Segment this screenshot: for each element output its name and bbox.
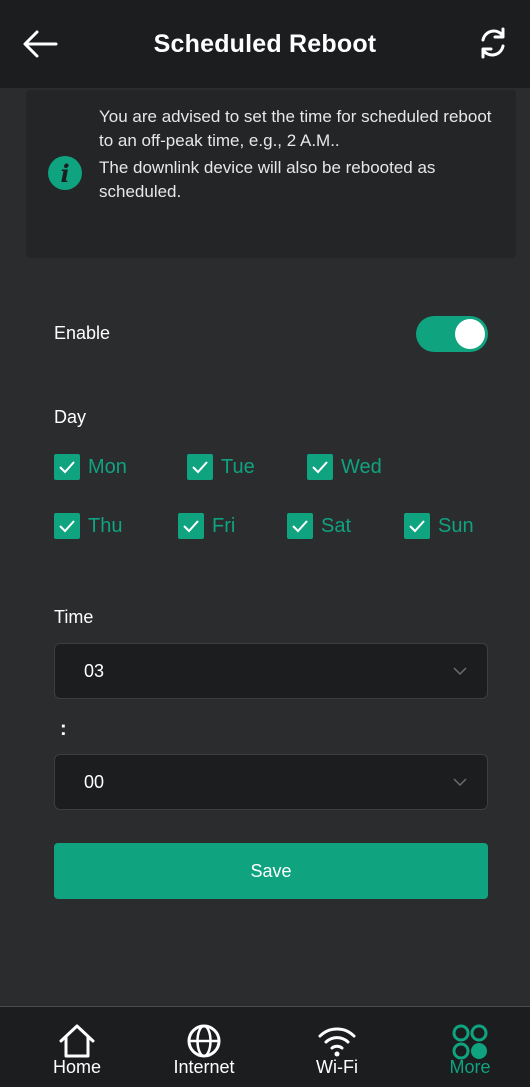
wifi-icon [318, 1027, 356, 1057]
save-button[interactable]: Save [54, 843, 488, 899]
day-checkbox-fri[interactable]: Fri [178, 513, 235, 539]
hour-select[interactable]: 03 [54, 643, 488, 699]
notice-line-2: The downlink device will also be reboote… [99, 158, 436, 201]
toggle-knob [455, 319, 485, 349]
tab-more[interactable]: More [415, 1007, 525, 1087]
checkbox-checked-icon [54, 513, 80, 539]
tab-label-home: Home [52, 1057, 101, 1077]
checkbox-checked-icon [404, 513, 430, 539]
day-label-tue: Tue [221, 455, 255, 478]
checkbox-checked-icon [54, 454, 80, 480]
checkbox-checked-icon [287, 513, 313, 539]
tab-home[interactable]: Home [22, 1007, 132, 1087]
info-icon: i [48, 156, 82, 190]
more-icon [452, 1024, 488, 1060]
tab-label-internet: Internet [173, 1057, 235, 1077]
enable-label: Enable [54, 323, 111, 343]
day-label-fri: Fri [212, 514, 236, 537]
day-label-thu: Thu [88, 514, 123, 537]
arrow-left-icon [23, 30, 58, 58]
tab-label-wifi: Wi-Fi [316, 1057, 358, 1077]
hour-value: 03 [84, 661, 105, 681]
page-title: Scheduled Reboot [153, 29, 377, 58]
back-button[interactable] [20, 26, 60, 62]
notice-line-1: You are advised to set the time for sche… [99, 107, 492, 150]
notice-text: You are advised to set the time for sche… [99, 105, 499, 203]
minute-value: 00 [84, 772, 105, 792]
tab-label-more: More [449, 1057, 491, 1077]
day-label-mon: Mon [88, 455, 127, 478]
time-separator: : [60, 718, 67, 740]
day-checkbox-wed[interactable]: Wed [307, 454, 382, 480]
chevron-down-icon [453, 667, 467, 676]
enable-toggle[interactable] [416, 316, 488, 352]
checkbox-checked-icon [307, 454, 333, 480]
minute-select[interactable]: 00 [54, 754, 488, 810]
info-notice: i You are advised to set the time for sc… [26, 90, 516, 258]
tab-internet[interactable]: Internet [149, 1007, 259, 1087]
day-label-sat: Sat [321, 514, 352, 537]
header-bar: Scheduled Reboot [0, 0, 530, 88]
day-checkbox-mon[interactable]: Mon [54, 454, 127, 480]
chevron-down-icon [453, 778, 467, 787]
bottom-tab-bar: Home Internet Wi-Fi More [0, 1006, 530, 1087]
globe-icon [187, 1024, 221, 1058]
checkbox-checked-icon [187, 454, 213, 480]
day-label-sun: Sun [438, 514, 474, 537]
refresh-icon [481, 27, 505, 59]
tab-wifi[interactable]: Wi-Fi [282, 1007, 392, 1087]
home-icon [59, 1024, 95, 1058]
day-label: Day [54, 407, 87, 427]
time-label: Time [54, 607, 94, 627]
day-checkbox-thu[interactable]: Thu [54, 513, 122, 539]
checkbox-checked-icon [178, 513, 204, 539]
day-checkbox-sat[interactable]: Sat [287, 513, 351, 539]
day-checkbox-sun[interactable]: Sun [404, 513, 474, 539]
refresh-button[interactable] [474, 24, 512, 62]
day-label-wed: Wed [341, 455, 382, 478]
day-checkbox-tue[interactable]: Tue [187, 454, 255, 480]
